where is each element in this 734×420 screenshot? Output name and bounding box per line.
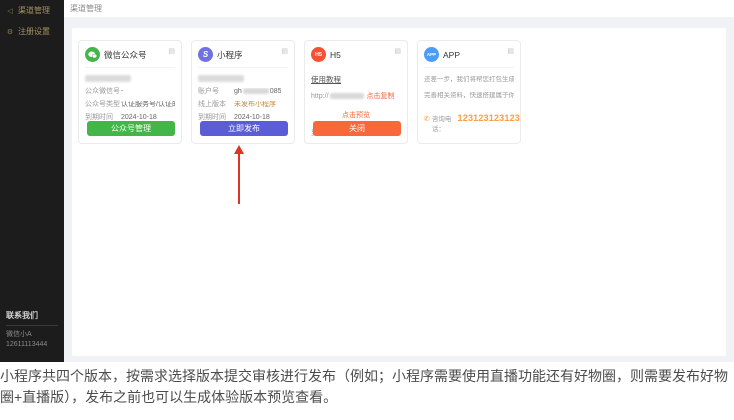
card-title: 微信公众号 <box>104 49 147 60</box>
card-title: APP <box>443 49 461 60</box>
card-title: H5 <box>330 49 341 60</box>
sidebar-item-register-settings[interactable]: ⚙ 注册设置 <box>0 21 64 42</box>
row-value: 认证服务号/认证的订阅… <box>121 101 175 108</box>
contact-phone: 12611113444 <box>6 341 48 348</box>
app-promo-line-2: 完善相关资料，快速搭建属于你的APP程式 <box>424 92 514 99</box>
sidebar-item-channel-management[interactable]: ◁ 渠道管理 <box>0 0 64 21</box>
info-row: 公众号类型 认证服务号/认证的订阅… <box>85 101 175 109</box>
wechat-icon <box>85 47 100 62</box>
caption-text: 小程序共四个版本，按需求选择版本提交审核进行发布（例如；小程序需要使用直播功能还… <box>0 368 728 405</box>
arrow-shaft <box>238 154 240 204</box>
row-label: 线上版本 <box>198 101 226 108</box>
card-wechat-official: 微信公众号 ▤ 公众微信号 - 公众号类型 认证服务号/认证的订阅… 到期时间 <box>78 40 182 144</box>
red-arrow-annotation <box>234 145 244 204</box>
register-icon: ⚙ <box>6 28 14 36</box>
channel-icon: ◁ <box>7 7 13 15</box>
card-header: H5 H5 ▤ <box>311 47 401 67</box>
row-label: 公众微信号 <box>85 88 120 95</box>
sidebar-item-label: 渠道管理 <box>18 6 50 15</box>
card-miniprogram: S 小程序 ▤ 账户号 gh 085 线上版本 未发布小程序 到期时间 2024… <box>191 40 295 144</box>
blurred-id <box>242 88 269 95</box>
official-account-manage-button[interactable]: 公众号管理 <box>87 121 175 136</box>
channel-cards: 微信公众号 ▤ 公众微信号 - 公众号类型 认证服务号/认证的订阅… 到期时间 <box>72 28 726 144</box>
row-value: - <box>121 88 124 95</box>
h5-icon: H5 <box>311 47 326 62</box>
row-value: 未发布小程序 <box>234 101 276 108</box>
phone-label: 咨询电话： <box>431 116 452 133</box>
card-header: S 小程序 ▤ <box>198 47 288 68</box>
consult-phone-row: ✆ 咨询电话： 123123123123 <box>424 113 520 133</box>
info-row: 公众微信号 - <box>85 88 175 96</box>
copy-link[interactable]: 点击复制 <box>366 93 394 100</box>
breadcrumb: 渠道管理 <box>70 4 102 13</box>
row-label: 账户号 <box>198 88 219 95</box>
redacted-account-name <box>85 75 131 82</box>
tutorial-link[interactable]: 使用教程 <box>311 74 341 85</box>
card-settings-icon[interactable]: ▤ <box>281 47 288 55</box>
app-promo-line-1: 还差一步，我们将帮您打包生成APP程式 <box>424 76 514 83</box>
h5-url-row: http:// 点击复制 <box>311 91 401 101</box>
app-icon: APP <box>424 47 439 62</box>
publish-now-button[interactable]: 立即发布 <box>200 121 288 136</box>
card-header: 微信公众号 ▤ <box>85 47 175 68</box>
miniprogram-icon: S <box>198 47 213 62</box>
app-screenshot: ◁ 渠道管理 ⚙ 注册设置 联系我们 微信小A 12611113444 渠道管理 <box>0 0 734 362</box>
info-row: 线上版本 未发布小程序 <box>198 101 288 109</box>
card-app: APP APP ▤ 还差一步，我们将帮您打包生成APP程式 完善相关资料，快速搭… <box>417 40 521 144</box>
card-header: APP APP ▤ <box>424 47 514 68</box>
blurred-url <box>329 93 364 100</box>
arrow-head <box>234 145 244 154</box>
phone-number: 123123123123 <box>457 113 520 123</box>
contact-title: 联系我们 <box>6 311 38 320</box>
h5-url-prefix: http:// <box>311 93 329 100</box>
topbar: 渠道管理 <box>64 0 734 18</box>
close-button[interactable]: 关闭 <box>313 121 401 136</box>
contact-divider <box>6 325 58 326</box>
sidebar-item-label: 注册设置 <box>18 27 50 36</box>
sidebar: ◁ 渠道管理 ⚙ 注册设置 联系我们 微信小A 12611113444 <box>0 0 64 362</box>
redacted-account-name <box>198 75 244 82</box>
row-label: 公众号类型 <box>85 101 120 108</box>
preview-row: 点击预览 <box>311 104 401 122</box>
row-value-masked: gh 085 <box>234 88 282 95</box>
card-title: 小程序 <box>217 49 243 60</box>
content-panel: 微信公众号 ▤ 公众微信号 - 公众号类型 认证服务号/认证的订阅… 到期时间 <box>72 28 726 356</box>
contact-block: 联系我们 微信小A 12611113444 <box>0 306 64 354</box>
card-h5: H5 H5 ▤ 使用教程 http:// 点击复制 点击预览 到期时间： 202 <box>304 40 408 144</box>
card-settings-icon[interactable]: ▤ <box>168 47 175 55</box>
card-settings-icon[interactable]: ▤ <box>394 47 401 55</box>
info-row: 账户号 gh 085 <box>198 88 288 96</box>
contact-wechat: 微信小A <box>6 331 32 338</box>
phone-icon: ✆ <box>424 116 430 123</box>
card-settings-icon[interactable]: ▤ <box>507 47 514 55</box>
preview-link[interactable]: 点击预览 <box>342 112 370 119</box>
main-area: 渠道管理 微信公众号 ▤ 公众微信号 - 公众号类型 认证服务号/认证 到期时间… <box>64 0 734 362</box>
